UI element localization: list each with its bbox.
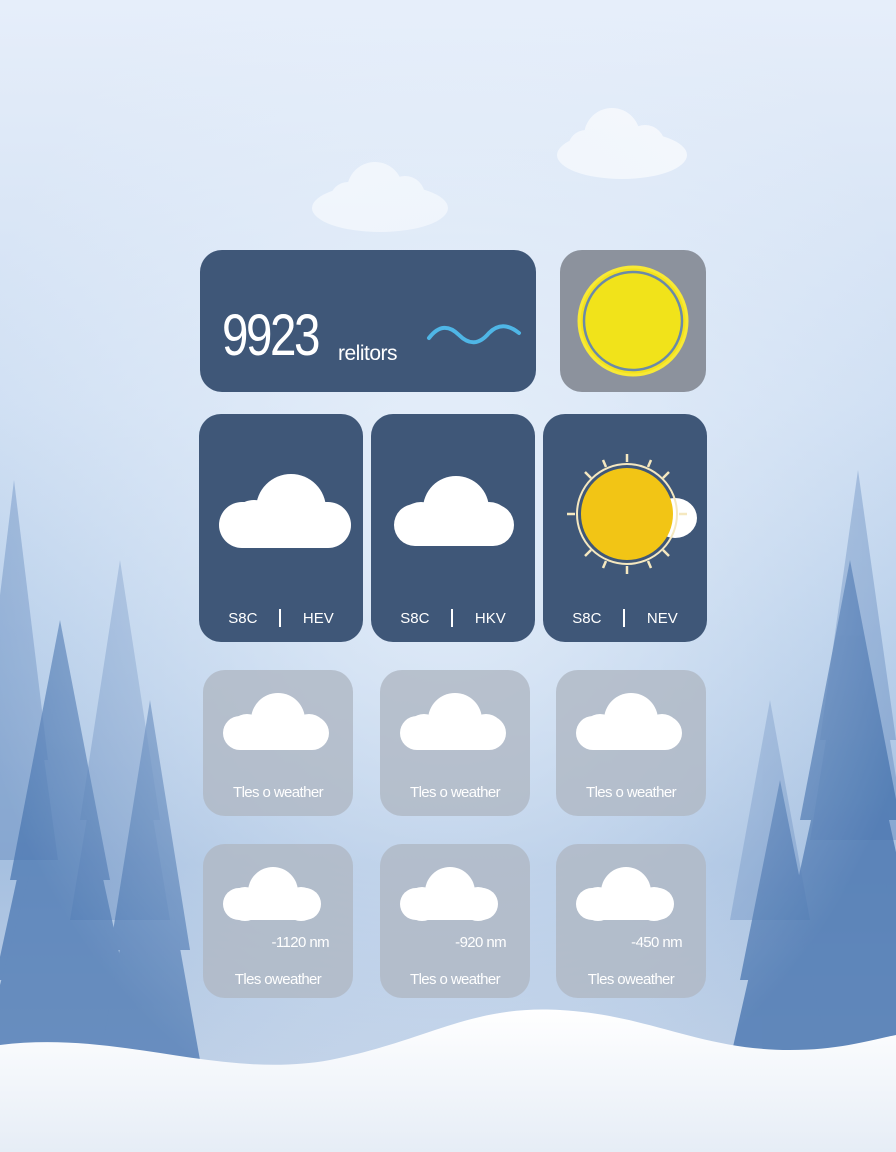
weather-caption: Tles o weather (410, 784, 501, 801)
cloud-icon (400, 867, 498, 921)
reading-unit: relitors (338, 342, 398, 365)
forecast-left-label: S8C (228, 609, 258, 627)
cloud-icon (223, 693, 329, 750)
cloud-icon (400, 693, 506, 750)
forecast-right-label: HKV (474, 609, 506, 627)
weather-caption: Tles o weather (586, 784, 677, 801)
divider (451, 609, 453, 627)
sun-tile[interactable] (560, 250, 706, 392)
sun-icon (577, 265, 689, 377)
forecast-left-label: S8C (400, 609, 430, 627)
forecast-card-1[interactable]: S8C HEV (199, 414, 363, 642)
sun-icon (567, 454, 697, 574)
cloud-icon (576, 693, 682, 750)
forecast-card-3[interactable]: S8C NEV (543, 414, 707, 642)
cloud-icon (223, 867, 321, 921)
weather-tile-r4-1[interactable]: -1120 nm Tles oweather (203, 844, 353, 998)
cloud-icon (576, 867, 674, 921)
weather-tile-r3-1[interactable]: Tles o weather (203, 670, 353, 816)
distance-value: -920 nm (455, 934, 506, 951)
weather-caption: Tles oweather (234, 971, 322, 988)
weather-caption: Tles o weather (410, 971, 501, 988)
divider (623, 609, 625, 627)
forecast-right-label: HEV (302, 609, 334, 627)
forecast-card-2[interactable]: S8C HKV (371, 414, 535, 642)
cloud-icon (394, 476, 514, 546)
reading-value: 9923 (222, 303, 320, 368)
divider (279, 609, 281, 627)
sky-cloud (312, 162, 448, 232)
distance-value: -450 nm (631, 934, 682, 951)
weather-tile-r4-3[interactable]: -450 nm Tles oweather (556, 844, 706, 998)
weather-tile-r3-3[interactable]: Tles o weather (556, 670, 706, 816)
wave-icon (427, 324, 521, 345)
weather-tile-r4-2[interactable]: -920 nm Tles o weather (380, 844, 530, 998)
cloud-icon (219, 474, 351, 548)
distance-value: -1120 nm (271, 934, 330, 951)
forecast-left-label: S8C (572, 609, 602, 627)
weather-tile-r3-2[interactable]: Tles o weather (380, 670, 530, 816)
weather-caption: Tles oweather (587, 971, 675, 988)
weather-caption: Tles o weather (233, 784, 324, 801)
forecast-right-label: NEV (646, 609, 678, 627)
